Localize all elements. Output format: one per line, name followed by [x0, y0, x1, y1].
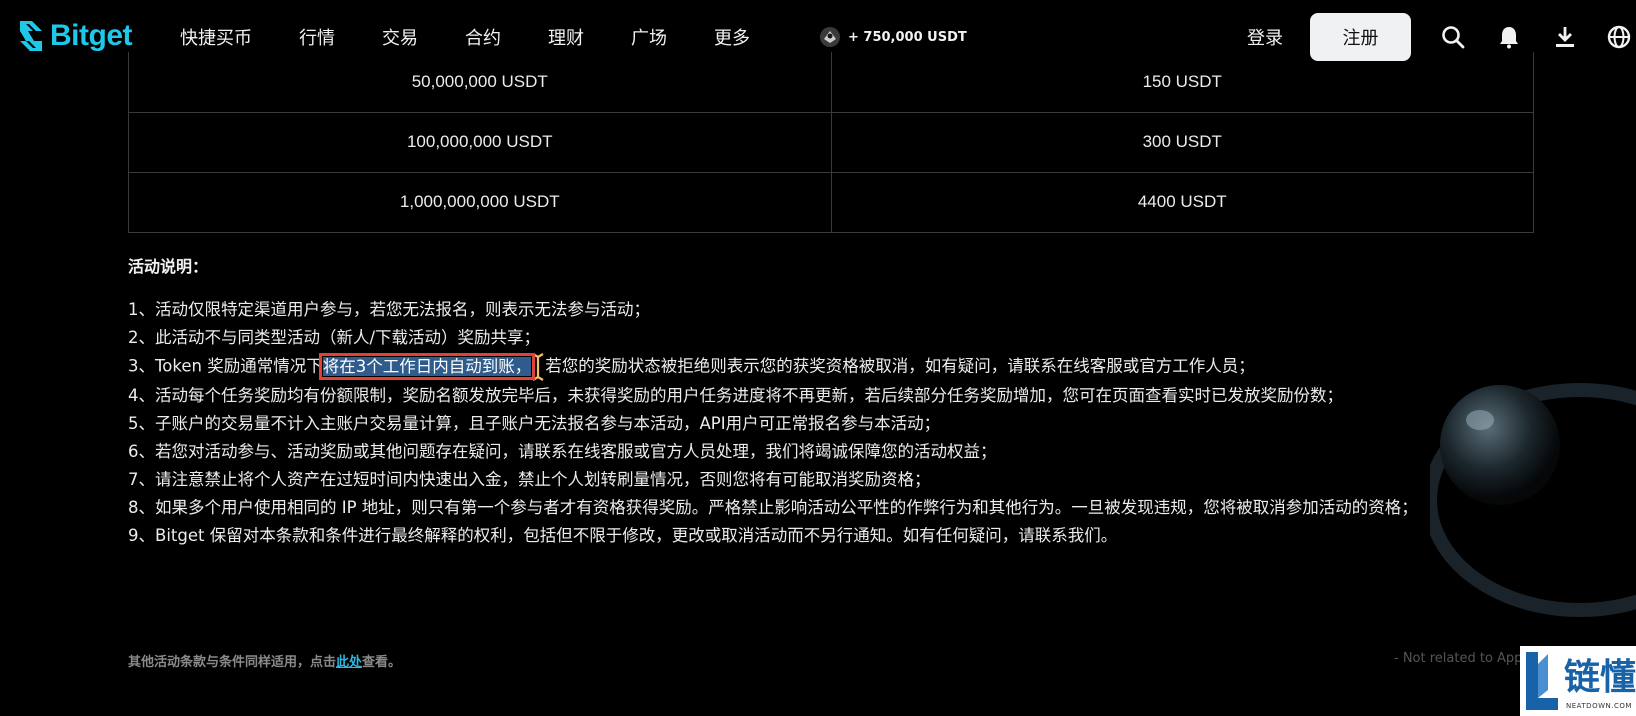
promo-amount: + 750,000 USDT — [848, 29, 967, 45]
apple-disclaimer: - Not related to Apple — [1394, 651, 1535, 666]
reward-cell: 300 USDT — [830, 111, 1534, 173]
download-icon[interactable] — [1552, 24, 1578, 50]
bell-icon[interactable] — [1496, 24, 1522, 50]
globe-icon[interactable] — [1606, 24, 1632, 50]
volume-cell: 50,000,000 USDT — [128, 52, 832, 113]
rule-item: 1、活动仅限特定渠道用户参与，若您无法报名，则表示无法参与活动； — [128, 300, 650, 319]
rule-item: 8、如果多个用户使用相同的 IP 地址，则只有第一个参与者才有资格获得奖励。严格… — [128, 498, 1418, 517]
reward-cell: 150 USDT — [830, 52, 1534, 113]
rules-list: 1、活动仅限特定渠道用户参与，若您无法报名，则表示无法参与活动； 2、此活动不与… — [128, 296, 1548, 550]
table-row: 1,000,000,000 USDT 4400 USDT — [128, 171, 1534, 233]
menu-item-trade[interactable]: 交易 — [382, 24, 418, 50]
rule-item: 5、子账户的交易量不计入主账户交易量计算，且子账户无法报名参与本活动，API用户… — [128, 414, 941, 433]
volume-cell: 1,000,000,000 USDT — [128, 171, 832, 233]
promo-banner[interactable]: + 750,000 USDT — [818, 24, 967, 50]
reward-table: 50,000,000 USDT 150 USDT 100,000,000 USD… — [128, 52, 1534, 233]
watermark: 链懂 NEATDOWN.COM — [1520, 646, 1636, 716]
rule-item: 3、Token 奖励通常情况下将在3个工作日内自动到账， 若您的奖励状态被拒绝则表… — [128, 352, 1548, 382]
menu-item-futures[interactable]: 合约 — [465, 24, 501, 50]
reward-cell: 4400 USDT — [830, 171, 1534, 233]
bitget-logo-icon — [20, 21, 42, 51]
table-row: 100,000,000 USDT 300 USDT — [128, 111, 1534, 173]
menu-item-more[interactable]: 更多 — [714, 24, 750, 50]
login-button[interactable]: 登录 — [1247, 24, 1283, 50]
table-row: 50,000,000 USDT 150 USDT — [128, 52, 1534, 113]
highlighted-selection[interactable]: 将在3个工作日内自动到账， — [318, 352, 536, 380]
rule-item: 4、活动每个任务奖励均有份额限制，奖励名额发放完毕后，未获得奖励的用户任务进度将… — [128, 386, 1343, 405]
rule-3-prefix: 3、Token 奖励通常情况下 — [128, 356, 323, 376]
footer-note-end: 查看。 — [362, 655, 402, 670]
footer-note-text: 其他活动条款与条件同样适用，点击 — [128, 655, 337, 670]
watermark-logo-icon — [1526, 652, 1558, 710]
rule-item: 2、此活动不与同类型活动（新人/下载活动）奖励共享； — [128, 328, 541, 347]
brand-name: Bitget — [50, 19, 133, 52]
rule-item: 7、请注意禁止将个人资产在过短时间内快速出入金，禁止个人划转刷量情况，否则您将有… — [128, 470, 931, 489]
rule-item: 9、Bitget 保留对本条款和条件进行最终解释的权利，包括但不限于修改，更改或… — [128, 526, 1118, 545]
terms-link[interactable]: 此处 — [336, 655, 362, 670]
menu-item-earn[interactable]: 理财 — [548, 24, 584, 50]
rule-3-suffix: 若您的奖励状态被拒绝则表示您的获奖资格被取消，如有疑问，请联系在线客服或官方工作… — [545, 356, 1255, 376]
text-cursor-icon — [532, 353, 544, 381]
menu-item-square[interactable]: 广场 — [631, 24, 667, 50]
rule-item: 6、若您对活动参与、活动奖励或其他问题存在疑问，请联系在线客服或官方人员处理，我… — [128, 442, 997, 461]
footer-note: 其他活动条款与条件同样适用，点击此处查看。 — [128, 651, 401, 670]
bitget-logo[interactable]: Bitget — [16, 18, 133, 54]
watermark-subtext: NEATDOWN.COM — [1566, 702, 1632, 710]
watermark-text: 链懂 — [1564, 657, 1636, 698]
description-title: 活动说明： — [128, 257, 209, 276]
menu-item-markets[interactable]: 行情 — [299, 24, 335, 50]
menu-item-quick-buy[interactable]: 快捷买币 — [180, 24, 252, 50]
search-icon[interactable] — [1440, 24, 1466, 50]
gift-icon — [820, 27, 840, 47]
volume-cell: 100,000,000 USDT — [128, 111, 832, 173]
